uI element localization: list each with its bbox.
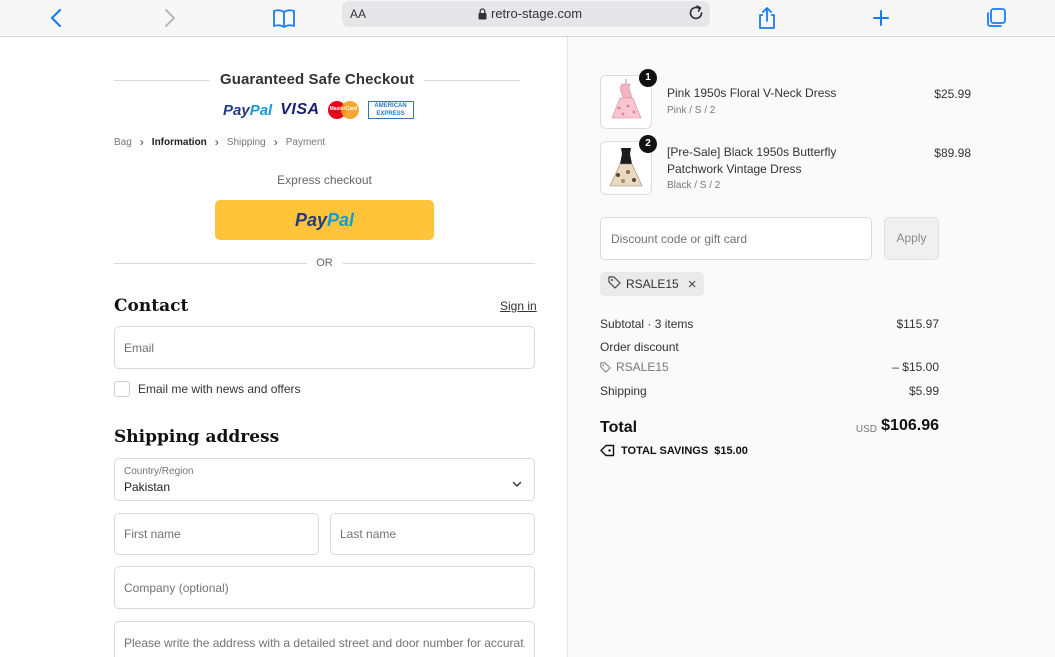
new-tab-icon[interactable] <box>867 4 895 32</box>
address-field[interactable]: Please write the address with a detailed… <box>114 621 535 657</box>
applied-discount-chip: RSALE15 × <box>600 272 705 296</box>
country-select[interactable]: Country/Region Pakistan <box>114 458 535 501</box>
forward-icon[interactable] <box>156 4 184 32</box>
back-icon[interactable] <box>42 4 70 32</box>
country-label: Country/Region <box>124 466 194 477</box>
item-name: Pink 1950s Floral V-Neck Dress <box>667 86 837 100</box>
apply-discount-button[interactable]: Apply <box>884 217 939 260</box>
url-text: retro-stage.com <box>491 6 583 21</box>
chevron-right-icon: › <box>273 135 278 149</box>
tag-icon <box>600 444 615 457</box>
amex-logo: AMERICAN EXPRESS <box>367 101 414 119</box>
paypal-express-button[interactable]: PayPal <box>215 200 434 240</box>
tabs-overview-icon[interactable] <box>982 4 1010 32</box>
last-name-field[interactable]: Last name <box>330 513 535 555</box>
item-name: [Pre-Sale] Black 1950s Butterfly Patchwo… <box>667 145 837 176</box>
shipping-value: $5.99 <box>908 384 939 398</box>
shipping-address-heading: Shipping address <box>114 427 280 447</box>
breadcrumb-shipping: Shipping <box>226 136 266 148</box>
address-placeholder: Please write the address with a detailed… <box>124 635 525 650</box>
chevron-right-icon: › <box>214 135 219 149</box>
first-name-placeholder: First name <box>124 527 181 541</box>
applied-code: RSALE15 <box>626 277 679 291</box>
text-size-button[interactable]: AA <box>350 7 366 21</box>
subtotal-value: $115.97 <box>896 317 940 331</box>
discount-placeholder: Discount code or gift card <box>611 232 748 246</box>
tag-icon <box>600 361 611 373</box>
product-thumbnail: 2 <box>600 135 657 195</box>
browser-toolbar: AA retro-stage.com <box>0 0 1055 37</box>
savings-value: $15.00 <box>714 444 748 457</box>
order-discount-label: Order discount <box>600 340 679 354</box>
visa-logo: VISA <box>280 101 320 118</box>
shipping-label: Shipping <box>600 384 647 398</box>
quantity-badge: 2 <box>639 135 657 153</box>
lock-icon <box>478 8 487 23</box>
discount-value: – $15.00 <box>892 360 939 374</box>
subtotal-label: Subtotal · 3 items <box>600 317 694 331</box>
total-row: Total USD $106.96 <box>600 417 939 439</box>
checkout-page: AA retro-stage.com Guaranteed Safe Check… <box>0 0 1055 657</box>
savings-label: TOTAL SAVINGS <box>621 444 709 457</box>
reload-icon[interactable] <box>687 4 705 25</box>
company-field[interactable]: Company (optional) <box>114 566 535 609</box>
discount-code-input[interactable]: Discount code or gift card <box>600 217 872 260</box>
address-bar[interactable]: AA retro-stage.com <box>342 1 710 27</box>
currency-code: USD <box>855 424 877 435</box>
breadcrumb-payment: Payment <box>285 136 326 148</box>
first-name-field[interactable]: First name <box>114 513 319 555</box>
paypal-pay-text: Pay <box>294 209 327 230</box>
chevron-down-icon <box>512 475 522 493</box>
breadcrumb-information: Information <box>151 136 207 148</box>
order-summary-column: 1 Pink 1950s Floral V-Neck Dress Pink / … <box>567 37 1055 657</box>
sign-in-link[interactable]: Sign in <box>500 299 537 313</box>
country-value: Pakistan <box>124 480 171 494</box>
mastercard-logo: MasterCard <box>327 100 360 120</box>
paypal-pal-text: Pal <box>327 209 355 230</box>
total-value: $106.96 <box>881 417 939 434</box>
quantity-badge: 1 <box>639 69 657 87</box>
item-price: $89.98 <box>934 146 971 160</box>
safe-checkout-banner: Guaranteed Safe Checkout <box>114 71 520 89</box>
or-divider: OR <box>114 257 535 271</box>
express-checkout-label: Express checkout <box>277 173 372 187</box>
share-icon[interactable] <box>753 4 781 32</box>
tag-icon <box>608 276 621 292</box>
total-label: Total <box>600 419 638 436</box>
cart-item: 2 [Pre-Sale] Black 1950s Butterfly Patch… <box>600 135 971 195</box>
paypal-logo: PayPal <box>223 101 273 119</box>
item-variant: Pink / S / 2 <box>667 105 716 116</box>
contact-heading: Contact <box>114 296 189 316</box>
product-thumbnail: 1 <box>600 69 657 129</box>
chevron-right-icon: › <box>139 135 144 149</box>
newsletter-label[interactable]: Email me with news and offers <box>138 382 301 396</box>
breadcrumb: Bag › Information › Shipping › Payment <box>114 135 325 149</box>
breadcrumb-bag[interactable]: Bag <box>114 137 132 148</box>
last-name-placeholder: Last name <box>340 527 397 541</box>
discount-code-text: RSALE15 <box>616 360 669 374</box>
total-savings: TOTAL SAVINGS $15.00 <box>600 444 748 457</box>
payment-logos: PayPal VISA MasterCard AMERICAN EXPRESS <box>223 100 414 120</box>
newsletter-checkbox[interactable] <box>114 381 130 397</box>
or-label: OR <box>316 257 333 269</box>
item-price: $25.99 <box>934 87 971 101</box>
bookmarks-icon[interactable] <box>270 4 298 32</box>
cart-item: 1 Pink 1950s Floral V-Neck Dress Pink / … <box>600 69 971 129</box>
remove-discount-icon[interactable]: × <box>688 277 697 292</box>
email-placeholder: Email <box>124 340 155 355</box>
checkout-form-column: Guaranteed Safe Checkout PayPal VISA Mas… <box>0 37 567 657</box>
company-placeholder: Company (optional) <box>124 580 229 595</box>
item-variant: Black / S / 2 <box>667 180 721 191</box>
safe-checkout-title: Guaranteed Safe Checkout <box>209 71 425 88</box>
email-field[interactable]: Email <box>114 326 535 369</box>
